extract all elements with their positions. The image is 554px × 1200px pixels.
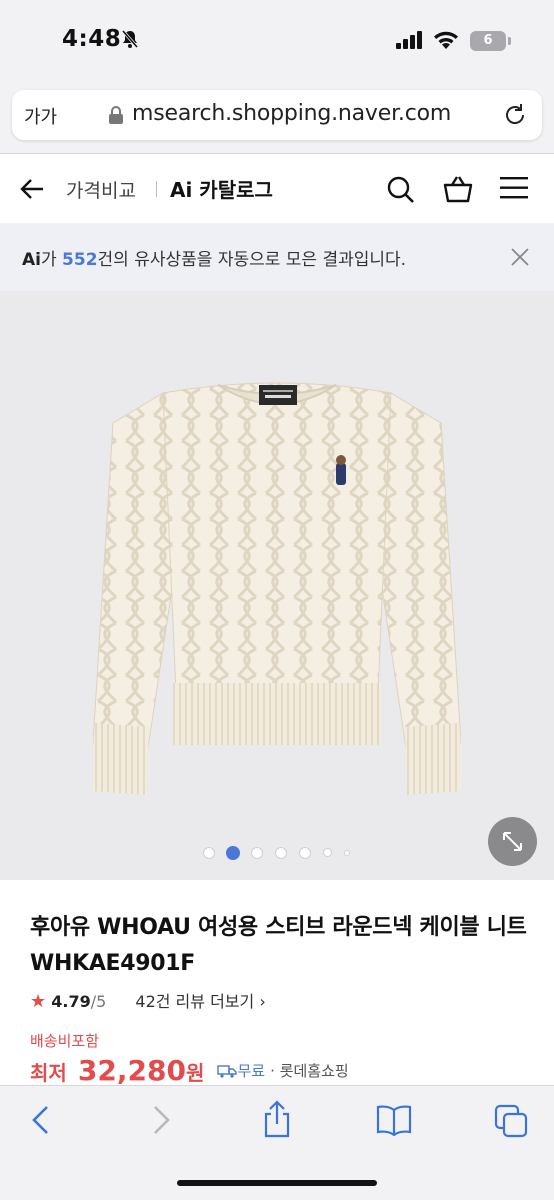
rating-score: 4.79 bbox=[51, 992, 91, 1011]
nav-ai-catalog[interactable]: Ai 카탈로그 bbox=[170, 174, 273, 203]
notice-suffix: 건의 유사상품을 자동으로 모은 결과입니다. bbox=[97, 250, 407, 270]
shipping-included: 배송비포함 bbox=[30, 1032, 100, 1050]
notice-prefix: 가 bbox=[40, 250, 63, 270]
gallery-dot[interactable] bbox=[203, 847, 215, 859]
reload-icon[interactable] bbox=[502, 102, 528, 128]
rating-out-of: /5 bbox=[90, 992, 107, 1011]
product-title: 후아유 WHOAU 여성용 스티브 라운드넥 케이블 니트 WHKAE4901F bbox=[30, 915, 527, 976]
reviews-text: 42건 리뷰 더보기 bbox=[135, 992, 255, 1011]
gallery-dot[interactable] bbox=[299, 847, 311, 859]
product-info: 후아유 WHOAU 여성용 스티브 라운드넥 케이블 니트 WHKAE4901F… bbox=[0, 880, 554, 1088]
address-bar[interactable]: 가가 msearch.shopping.naver.com bbox=[12, 90, 542, 140]
bell-slash-icon bbox=[121, 30, 139, 48]
product-image-gallery[interactable] bbox=[0, 291, 554, 880]
rating-row: ★ 4.79/5 42건 리뷰 더보기 › bbox=[30, 988, 266, 1012]
close-icon[interactable] bbox=[510, 247, 530, 267]
bookmarks-icon[interactable] bbox=[376, 1104, 412, 1136]
gallery-dot[interactable] bbox=[251, 847, 263, 859]
star-icon: ★ bbox=[30, 991, 47, 1012]
gallery-dot-active[interactable] bbox=[226, 846, 240, 860]
header-divider bbox=[156, 181, 157, 197]
status-bar: 4:48 6 bbox=[0, 0, 554, 84]
product-image bbox=[93, 382, 461, 795]
nav-price-compare[interactable]: 가격비교 bbox=[66, 176, 136, 203]
gallery-dot[interactable] bbox=[344, 850, 350, 856]
notice-count: 552 bbox=[62, 250, 98, 270]
share-icon[interactable] bbox=[262, 1100, 292, 1138]
signal-icon bbox=[396, 31, 422, 49]
truck-icon bbox=[217, 1065, 238, 1078]
wifi-icon bbox=[434, 31, 458, 49]
notice-ai-label: Ai bbox=[22, 250, 41, 270]
mall-name[interactable]: · 롯데홈쇼핑 bbox=[270, 1062, 349, 1080]
ai-notice-banner: Ai가 552건의 유사상품을 자동으로 모은 결과입니다. bbox=[0, 223, 554, 291]
expand-icon bbox=[503, 832, 522, 851]
status-time: 4:48 bbox=[62, 26, 122, 52]
notice-text: Ai가 552건의 유사상품을 자동으로 모은 결과입니다. bbox=[22, 245, 406, 270]
price-value: 32,280 bbox=[77, 1054, 186, 1087]
price-label: 최저 bbox=[30, 1061, 67, 1085]
price-line: 최저 32,280원 무료 · 롯데홈쇼핑 bbox=[30, 1054, 349, 1088]
text-size-button[interactable]: 가가 bbox=[24, 103, 57, 129]
menu-icon[interactable] bbox=[500, 177, 528, 199]
battery-indicator: 6 bbox=[470, 31, 506, 51]
browser-address-area: 가가 msearch.shopping.naver.com bbox=[0, 84, 554, 154]
battery-cap bbox=[508, 37, 511, 45]
cart-icon[interactable] bbox=[442, 173, 474, 205]
home-indicator bbox=[177, 1180, 377, 1186]
lock-icon bbox=[109, 106, 123, 124]
browser-back-icon[interactable] bbox=[30, 1104, 52, 1136]
tabs-icon[interactable] bbox=[494, 1104, 528, 1138]
reviews-link[interactable]: 42건 리뷰 더보기 › bbox=[135, 992, 265, 1011]
expand-image-button[interactable] bbox=[488, 817, 537, 866]
back-arrow-icon[interactable] bbox=[18, 175, 46, 203]
url-text[interactable]: msearch.shopping.naver.com bbox=[132, 101, 451, 126]
browser-forward-icon[interactable] bbox=[150, 1104, 172, 1136]
app-header: 가격비교 Ai 카탈로그 bbox=[0, 155, 554, 223]
gallery-dot[interactable] bbox=[275, 847, 287, 859]
gallery-dot[interactable] bbox=[323, 848, 332, 857]
free-delivery-text: 무료 bbox=[237, 1062, 266, 1080]
search-icon[interactable] bbox=[386, 175, 416, 205]
price-unit: 원 bbox=[185, 1061, 205, 1085]
free-delivery: 무료 bbox=[217, 1062, 265, 1080]
